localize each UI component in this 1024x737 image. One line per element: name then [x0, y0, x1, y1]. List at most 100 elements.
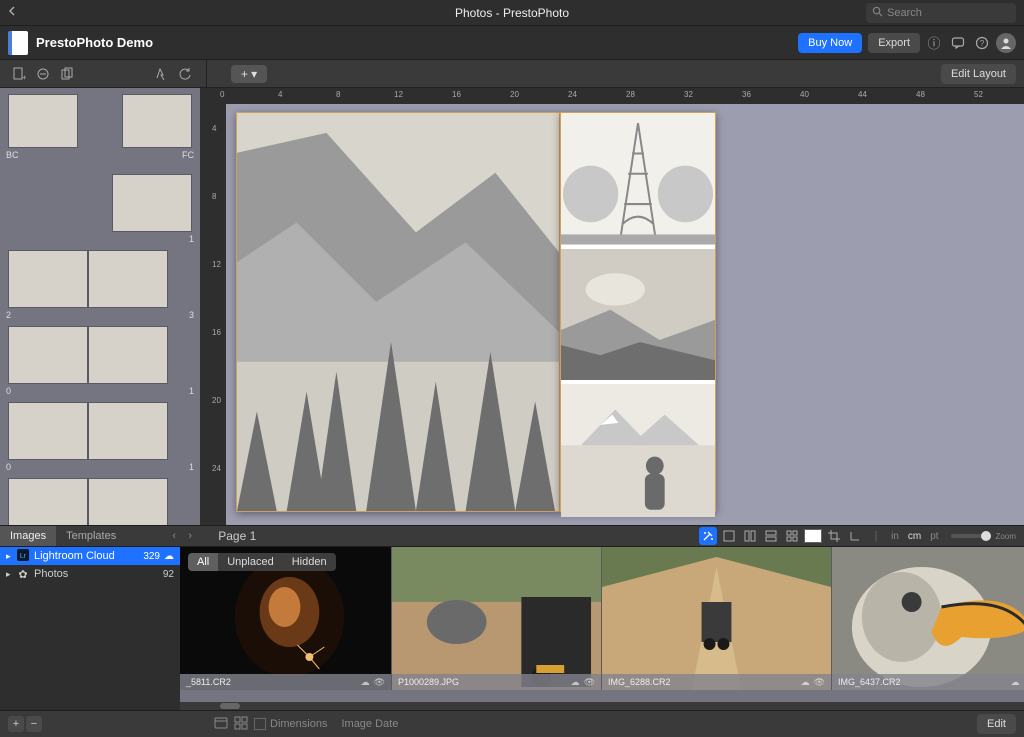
page-num: BC: [6, 150, 19, 160]
search-input-wrap[interactable]: [866, 3, 1016, 23]
next-page-icon[interactable]: ›: [182, 530, 198, 542]
chevron-right-icon[interactable]: ▸: [6, 551, 16, 562]
chip-all[interactable]: All: [188, 553, 218, 571]
export-button[interactable]: Export: [868, 33, 920, 53]
project-bar: PrestoPhoto Demo Buy Now Export ⓘ ?: [0, 26, 1024, 60]
buy-now-button[interactable]: Buy Now: [798, 33, 862, 53]
refresh-icon[interactable]: [174, 64, 196, 84]
chat-icon[interactable]: [948, 33, 968, 53]
svg-text:Lr: Lr: [20, 553, 27, 560]
user-icon[interactable]: [996, 33, 1016, 53]
spread-cover[interactable]: BC FC: [8, 94, 192, 148]
duplicate-page-icon[interactable]: [56, 64, 78, 84]
autofill-icon[interactable]: [150, 64, 172, 84]
project-title: PrestoPhoto Demo: [36, 35, 153, 50]
canvas-page-left[interactable]: [236, 112, 560, 512]
page-num: 3: [189, 310, 194, 320]
thumb-caption: IMG_6288.CR2: [608, 677, 671, 687]
page-thumb-front-cover[interactable]: [122, 94, 192, 148]
bottom-header: Images Templates ‹ › Page 1 | in cm pt Z…: [0, 525, 1024, 547]
source-label: Lightroom Cloud: [34, 550, 115, 562]
add-source-button[interactable]: +: [8, 716, 24, 732]
source-count: 329: [143, 551, 160, 562]
layout-tools: | in cm pt Zoom: [699, 527, 1016, 545]
svg-text:+: +: [22, 73, 26, 81]
spread-3[interactable]: 0 1: [8, 326, 192, 384]
chip-hidden[interactable]: Hidden: [283, 553, 336, 571]
filter-chips: All Unplaced Hidden: [188, 553, 336, 571]
delete-page-icon[interactable]: [32, 64, 54, 84]
canvas-page-right[interactable]: [560, 112, 716, 512]
unit-cm[interactable]: cm: [905, 531, 924, 542]
layout-2row-icon[interactable]: [762, 527, 780, 545]
spread-5[interactable]: [8, 478, 192, 525]
thumb-strip[interactable]: All Unplaced Hidden _5811.CR2☁👁: [180, 547, 1024, 710]
thumb-1[interactable]: P1000289.JPG☁👁: [392, 547, 602, 690]
source-item-lightroom[interactable]: ▸ Lr Lightroom Cloud 329 ☁: [0, 547, 180, 565]
chevron-right-icon[interactable]: ▸: [6, 569, 16, 580]
spread-2[interactable]: 2 3: [8, 250, 192, 308]
page-num: FC: [182, 150, 194, 160]
unit-pt[interactable]: pt: [927, 531, 941, 542]
page-thumb[interactable]: [112, 174, 192, 232]
chip-unplaced[interactable]: Unplaced: [218, 553, 282, 571]
lightroom-icon: Lr: [16, 549, 30, 564]
spread-4[interactable]: 0 1: [8, 402, 192, 460]
dimensions-label: Dimensions: [270, 718, 327, 730]
svg-text:?: ?: [980, 39, 985, 48]
thumb-illustration: [832, 547, 1024, 690]
calendar-icon[interactable]: [214, 716, 228, 733]
unit-in[interactable]: in: [888, 531, 902, 542]
source-tree: ▸ Lr Lightroom Cloud 329 ☁ ▸ ✿ Photos 92: [0, 547, 180, 710]
page-thumb[interactable]: [88, 478, 168, 525]
image-date-label: Image Date: [341, 718, 398, 730]
bottom-tab-group: Images Templates: [0, 526, 126, 546]
page-thumb[interactable]: [8, 402, 88, 460]
source-count: 92: [163, 569, 174, 580]
tab-templates[interactable]: Templates: [56, 526, 126, 546]
page-thumb[interactable]: [88, 402, 168, 460]
source-item-photos[interactable]: ▸ ✿ Photos 92: [0, 565, 180, 583]
landscape-illustration: [561, 249, 715, 382]
background-color-swatch[interactable]: [804, 529, 822, 543]
edit-layout-button[interactable]: Edit Layout: [941, 64, 1016, 84]
page-panel[interactable]: BC FC 1 2 3 0 1 0: [0, 88, 200, 525]
search-input[interactable]: [887, 7, 1010, 19]
page-thumb[interactable]: [8, 478, 88, 525]
canvas-area[interactable]: 0481216202428323640444852 4812162024: [200, 88, 1024, 525]
thumb-scrollbar[interactable]: [180, 702, 1024, 710]
page-thumb[interactable]: [88, 326, 168, 384]
page-num: 2: [6, 310, 11, 320]
spread-1[interactable]: 1: [8, 174, 192, 232]
remove-source-button[interactable]: −: [26, 716, 42, 732]
prev-page-icon[interactable]: ‹: [166, 530, 182, 542]
page-thumb[interactable]: [8, 326, 88, 384]
page-num: 1: [189, 462, 194, 472]
dimensions-checkbox[interactable]: [254, 718, 266, 730]
layout-grid-icon[interactable]: [783, 527, 801, 545]
page-thumb-back-cover[interactable]: [8, 94, 78, 148]
back-icon[interactable]: [0, 6, 24, 19]
help-icon[interactable]: ?: [972, 33, 992, 53]
layout-2col-icon[interactable]: [741, 527, 759, 545]
eye-icon: 👁: [584, 677, 595, 688]
thumb-2[interactable]: IMG_6288.CR2☁👁: [602, 547, 832, 690]
add-page-icon[interactable]: +: [8, 64, 30, 84]
page-thumb[interactable]: [88, 250, 168, 308]
info-icon[interactable]: ⓘ: [924, 33, 944, 53]
crop-icon[interactable]: [825, 527, 843, 545]
zoom-slider[interactable]: [951, 534, 991, 538]
ruler-vertical: 4812162024: [210, 104, 226, 525]
grid-icon[interactable]: [234, 716, 248, 733]
layout-single-icon[interactable]: [720, 527, 738, 545]
edit-button[interactable]: Edit: [977, 714, 1016, 734]
person-illustration: [561, 384, 715, 517]
angle-icon[interactable]: [846, 527, 864, 545]
magic-tool-icon[interactable]: [699, 527, 717, 545]
add-element-button[interactable]: + ▾: [231, 65, 267, 83]
thumb-3[interactable]: IMG_6437.CR2☁👁: [832, 547, 1024, 690]
page-thumb[interactable]: [8, 250, 88, 308]
thumb-illustration: [602, 547, 831, 690]
tab-images[interactable]: Images: [0, 526, 56, 546]
page-label: Page 1: [218, 529, 256, 543]
